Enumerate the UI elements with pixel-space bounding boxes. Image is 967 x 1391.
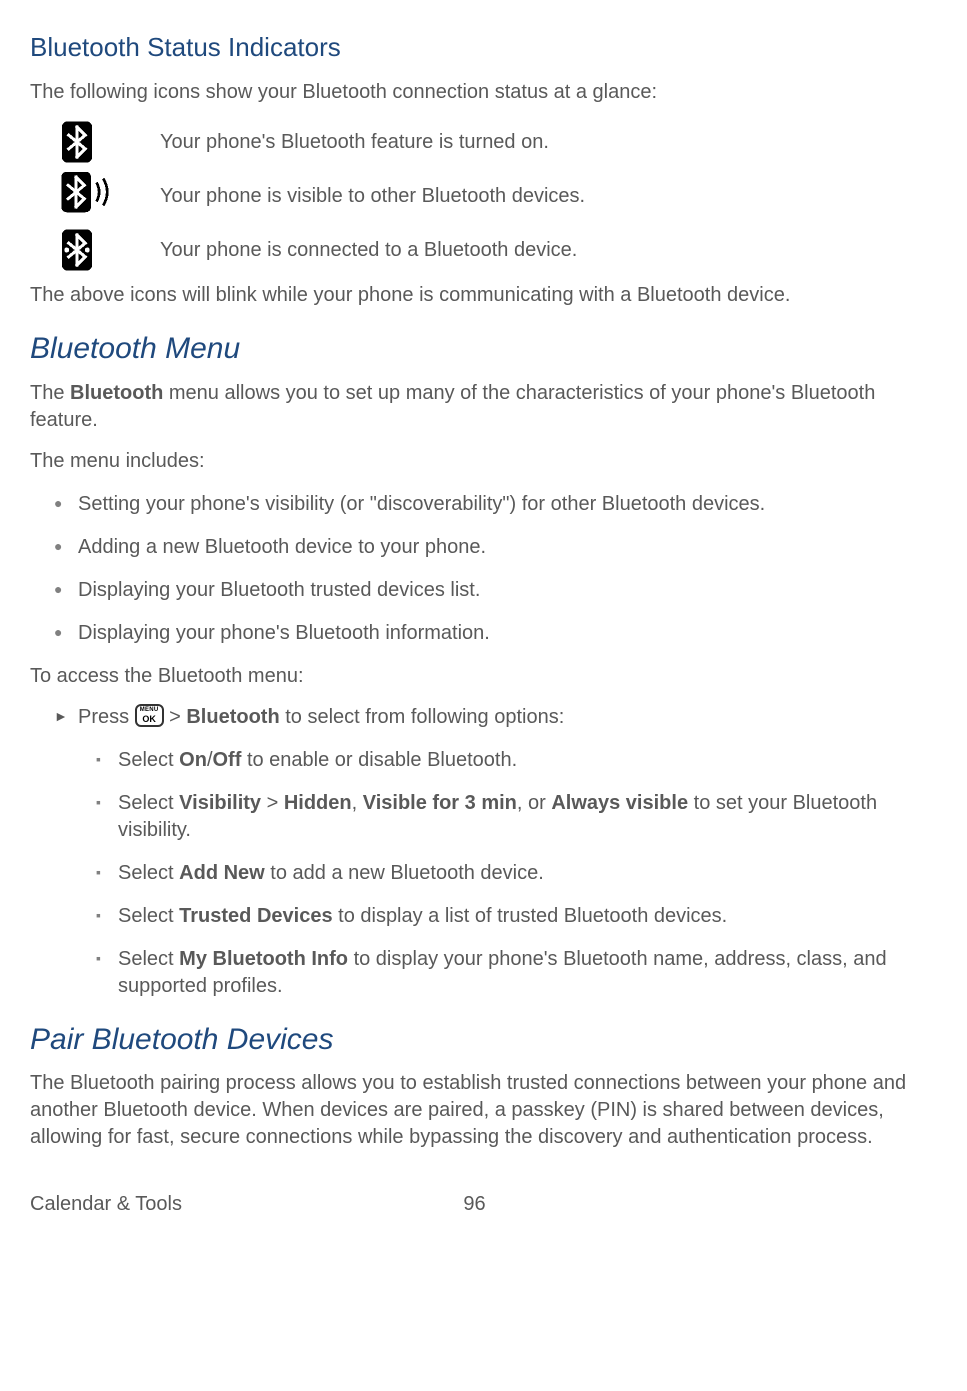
status-row-on: Your phone's Bluetooth feature is turned…	[60, 120, 937, 164]
bold-visible-3-min: Visible for 3 min	[363, 792, 517, 814]
text: to add a new Bluetooth device.	[265, 862, 544, 884]
text: Press	[78, 706, 135, 728]
text: >	[164, 706, 187, 728]
list-item: Press MENUOK > Bluetooth to select from …	[78, 704, 937, 1000]
text: Select	[118, 862, 179, 884]
bold-off: Off	[213, 749, 242, 771]
bold-add-new: Add New	[179, 862, 265, 884]
status-connected-text: Your phone is connected to a Bluetooth d…	[160, 237, 577, 264]
text: to select from following options:	[280, 706, 565, 728]
menu-intro-text: The Bluetooth menu allows you to set up …	[30, 380, 937, 434]
bold-visibility: Visibility	[179, 792, 261, 814]
list-item: Select Trusted Devices to display a list…	[118, 903, 937, 930]
list-item: Select Visibility > Hidden, Visible for …	[118, 790, 937, 844]
bluetooth-on-icon	[60, 120, 94, 164]
menu-access-text: To access the Bluetooth menu:	[30, 663, 937, 690]
bold-hidden: Hidden	[284, 792, 352, 814]
text: The	[30, 382, 70, 404]
status-visible-text: Your phone is visible to other Bluetooth…	[160, 183, 585, 210]
bold-on: On	[179, 749, 207, 771]
list-item: Setting your phone's visibility (or "dis…	[78, 491, 937, 518]
text: Select	[118, 948, 179, 970]
text: Select	[118, 905, 179, 927]
status-outro-text: The above icons will blink while your ph…	[30, 282, 937, 309]
status-row-visible: Your phone is visible to other Bluetooth…	[60, 170, 937, 222]
footer-spacer	[767, 1191, 937, 1218]
footer-section-name: Calendar & Tools	[30, 1191, 182, 1218]
list-item: Select Add New to add a new Bluetooth de…	[118, 860, 937, 887]
heading-status-indicators: Bluetooth Status Indicators	[30, 30, 937, 65]
text: ,	[352, 792, 363, 814]
bold-always-visible: Always visible	[551, 792, 688, 814]
menu-includes-text: The menu includes:	[30, 448, 937, 475]
bold-bluetooth: Bluetooth	[186, 706, 279, 728]
status-intro-text: The following icons show your Bluetooth …	[30, 79, 937, 106]
text: Select	[118, 749, 179, 771]
bold-my-bluetooth-info: My Bluetooth Info	[179, 948, 348, 970]
list-item: Select On/Off to enable or disable Bluet…	[118, 747, 937, 774]
key-ok-label: OK	[140, 715, 159, 724]
heading-bluetooth-menu: Bluetooth Menu	[30, 329, 937, 370]
text: to display a list of trusted Bluetooth d…	[333, 905, 728, 927]
text: Select	[118, 792, 179, 814]
bluetooth-connected-icon	[60, 228, 94, 272]
page-footer: Calendar & Tools 96	[30, 1191, 937, 1218]
menu-ok-key-icon: MENUOK	[135, 704, 164, 727]
menu-access-list: Press MENUOK > Bluetooth to select from …	[30, 704, 937, 1000]
menu-feature-list: Setting your phone's visibility (or "dis…	[30, 491, 937, 647]
bold-trusted-devices: Trusted Devices	[179, 905, 332, 927]
status-row-connected: Your phone is connected to a Bluetooth d…	[60, 228, 937, 272]
pair-body-text: The Bluetooth pairing process allows you…	[30, 1070, 937, 1151]
text: , or	[517, 792, 551, 814]
bold-bluetooth: Bluetooth	[70, 382, 163, 404]
heading-pair-devices: Pair Bluetooth Devices	[30, 1020, 937, 1061]
footer-page-number: 96	[182, 1191, 767, 1218]
status-on-text: Your phone's Bluetooth feature is turned…	[160, 129, 549, 156]
list-item: Select My Bluetooth Info to display your…	[118, 946, 937, 1000]
text: >	[261, 792, 284, 814]
text: to enable or disable Bluetooth.	[241, 749, 517, 771]
bluetooth-visible-icon	[60, 170, 114, 222]
list-item: Displaying your Bluetooth trusted device…	[78, 577, 937, 604]
list-item: Displaying your phone's Bluetooth inform…	[78, 620, 937, 647]
menu-options-list: Select On/Off to enable or disable Bluet…	[78, 747, 937, 1000]
list-item: Adding a new Bluetooth device to your ph…	[78, 534, 937, 561]
